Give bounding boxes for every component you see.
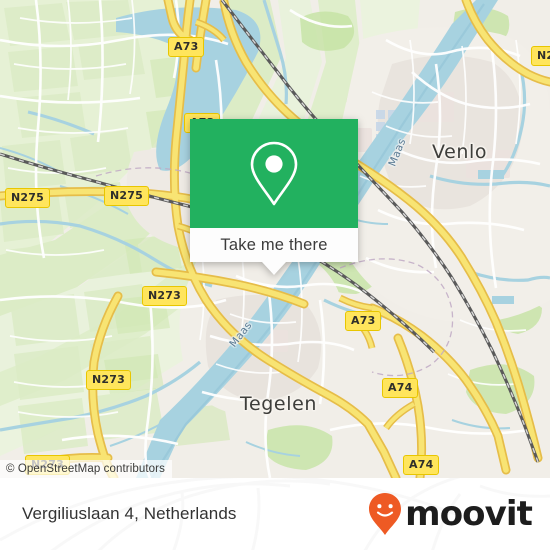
map-canvas[interactable]: Venlo Tegelen Maas Maas A73 A73 A73 A74 … bbox=[0, 0, 550, 478]
callout-tail bbox=[262, 262, 286, 275]
take-me-there-callout[interactable]: Take me there bbox=[190, 119, 358, 275]
address-label: Vergiliuslaan 4, Netherlands bbox=[22, 504, 237, 523]
osm-attribution[interactable]: © OpenStreetMap contributors bbox=[0, 460, 172, 478]
callout-action-area[interactable]: Take me there bbox=[190, 228, 358, 275]
moovit-map-screenshot: Venlo Tegelen Maas Maas A73 A73 A73 A74 … bbox=[0, 0, 550, 550]
map-pin-icon bbox=[250, 141, 298, 205]
take-me-there-label: Take me there bbox=[220, 235, 328, 254]
callout-icon-area bbox=[190, 119, 358, 228]
moovit-wordmark: moovit bbox=[405, 494, 533, 534]
moovit-logo[interactable]: moovit bbox=[367, 492, 533, 536]
footer-content: Vergiliuslaan 4, Netherlands moovit bbox=[0, 478, 550, 550]
footer-bar: Vergiliuslaan 4, Netherlands moovit bbox=[0, 478, 550, 550]
moovit-smiley-pin-icon bbox=[369, 493, 402, 535]
